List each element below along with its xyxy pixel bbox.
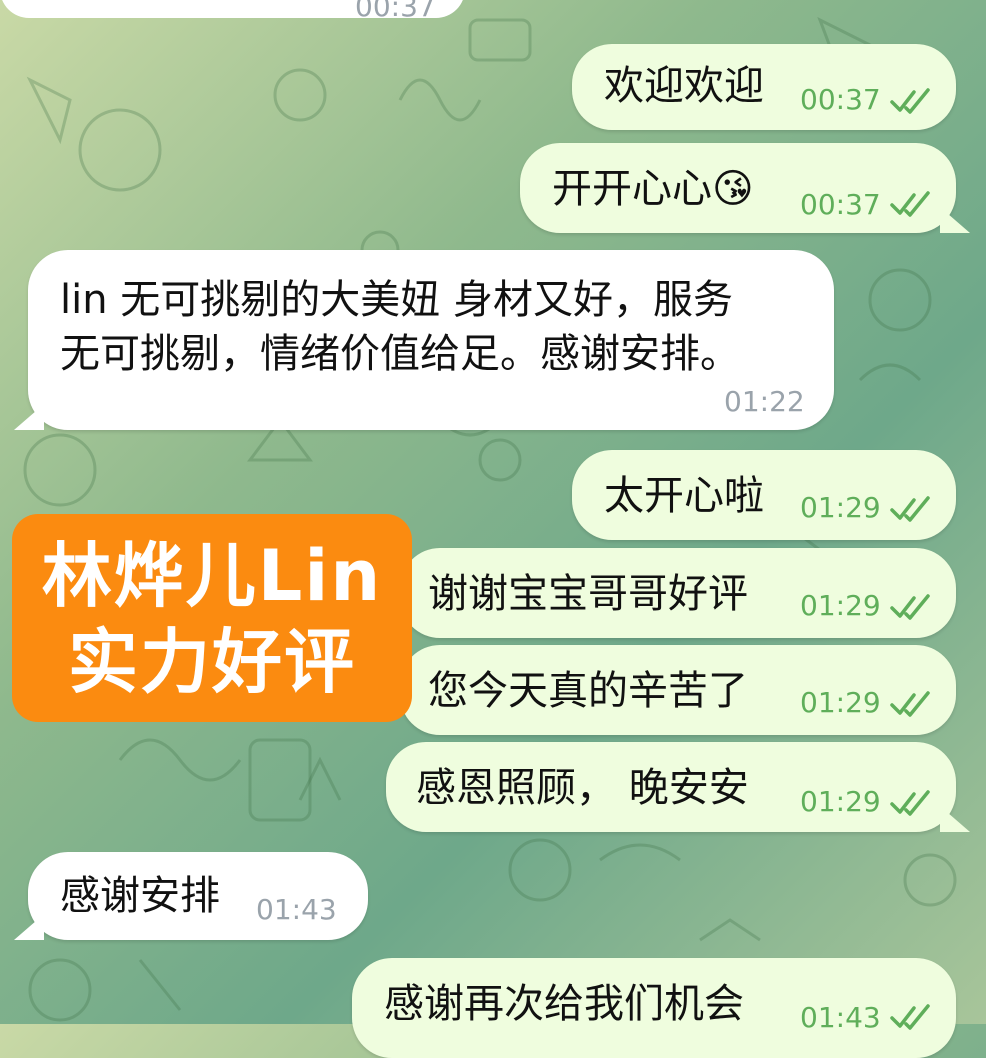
message-text: 您今天真的辛苦了 (428, 668, 748, 714)
incoming-message-bubble[interactable]: 感谢安排 01:43 (14, 852, 368, 940)
double-check-icon (890, 496, 930, 522)
message-time: 01:43 (256, 893, 337, 926)
message-time: 01:43 (800, 1001, 881, 1034)
message-text: 开开心心😘 (552, 166, 754, 212)
badge-line-1: 林烨儿Lin (41, 535, 383, 617)
outgoing-message-bubble[interactable]: 欢迎欢迎 00:37 (572, 44, 956, 130)
outgoing-message-bubble[interactable]: 感恩照顾， 晚安安 01:29 (386, 742, 970, 832)
message-text: 欢迎欢迎 (604, 63, 764, 109)
double-check-icon (890, 790, 930, 816)
bubble-tail (940, 806, 970, 832)
bubble-tail (14, 914, 44, 940)
bubble-tail (14, 404, 44, 430)
outgoing-message-bubble[interactable]: 太开心啦 01:29 (572, 450, 956, 540)
double-check-icon (890, 191, 930, 217)
badge-line-2: 实力好评 (68, 621, 356, 703)
message-text-line: 无可挑剔，情绪价值给足。感谢安排。 (60, 331, 740, 377)
message-text: 感谢安排 (60, 873, 220, 919)
outgoing-message-bubble[interactable]: 开开心心😘 00:37 (520, 143, 970, 233)
message-time: 01:29 (800, 589, 881, 622)
incoming-message-bubble[interactable]: lin 无可挑剔的大美妞 身材又好，服务 无可挑剔，情绪价值给足。感谢安排。 0… (14, 250, 834, 430)
outgoing-message-bubble[interactable]: 感谢再次给我们机会 01:43 (352, 958, 956, 1058)
message-time: 00:37 (800, 83, 881, 116)
message-text: 感谢再次给我们机会 (384, 981, 744, 1027)
message-text: 太开心啦 (604, 473, 764, 519)
outgoing-message-bubble[interactable]: 您今天真的辛苦了 01:29 (400, 645, 956, 735)
outgoing-message-bubble[interactable]: 谢谢宝宝哥哥好评 01:29 (400, 548, 956, 638)
message-text: 感恩照顾， 晚安安 (416, 765, 749, 811)
message-text: 谢谢宝宝哥哥好评 (428, 571, 748, 617)
kissing-face-emoji-icon: 😘 (712, 166, 754, 212)
message-text-line: lin 无可挑剔的大美妞 身材又好，服务 (60, 277, 734, 323)
double-check-icon (890, 691, 930, 717)
message-time: 01:22 (724, 385, 805, 418)
review-badge: 林烨儿Lin 实力好评 (12, 514, 412, 722)
double-check-icon (890, 594, 930, 620)
message-time: 00:37 (355, 0, 436, 23)
double-check-icon (890, 88, 930, 114)
bubble-tail (940, 207, 970, 233)
message-time: 00:37 (800, 188, 881, 221)
message-time: 01:29 (800, 491, 881, 524)
message-time: 01:29 (800, 785, 881, 818)
double-check-icon (890, 1004, 930, 1030)
message-time: 01:29 (800, 686, 881, 719)
